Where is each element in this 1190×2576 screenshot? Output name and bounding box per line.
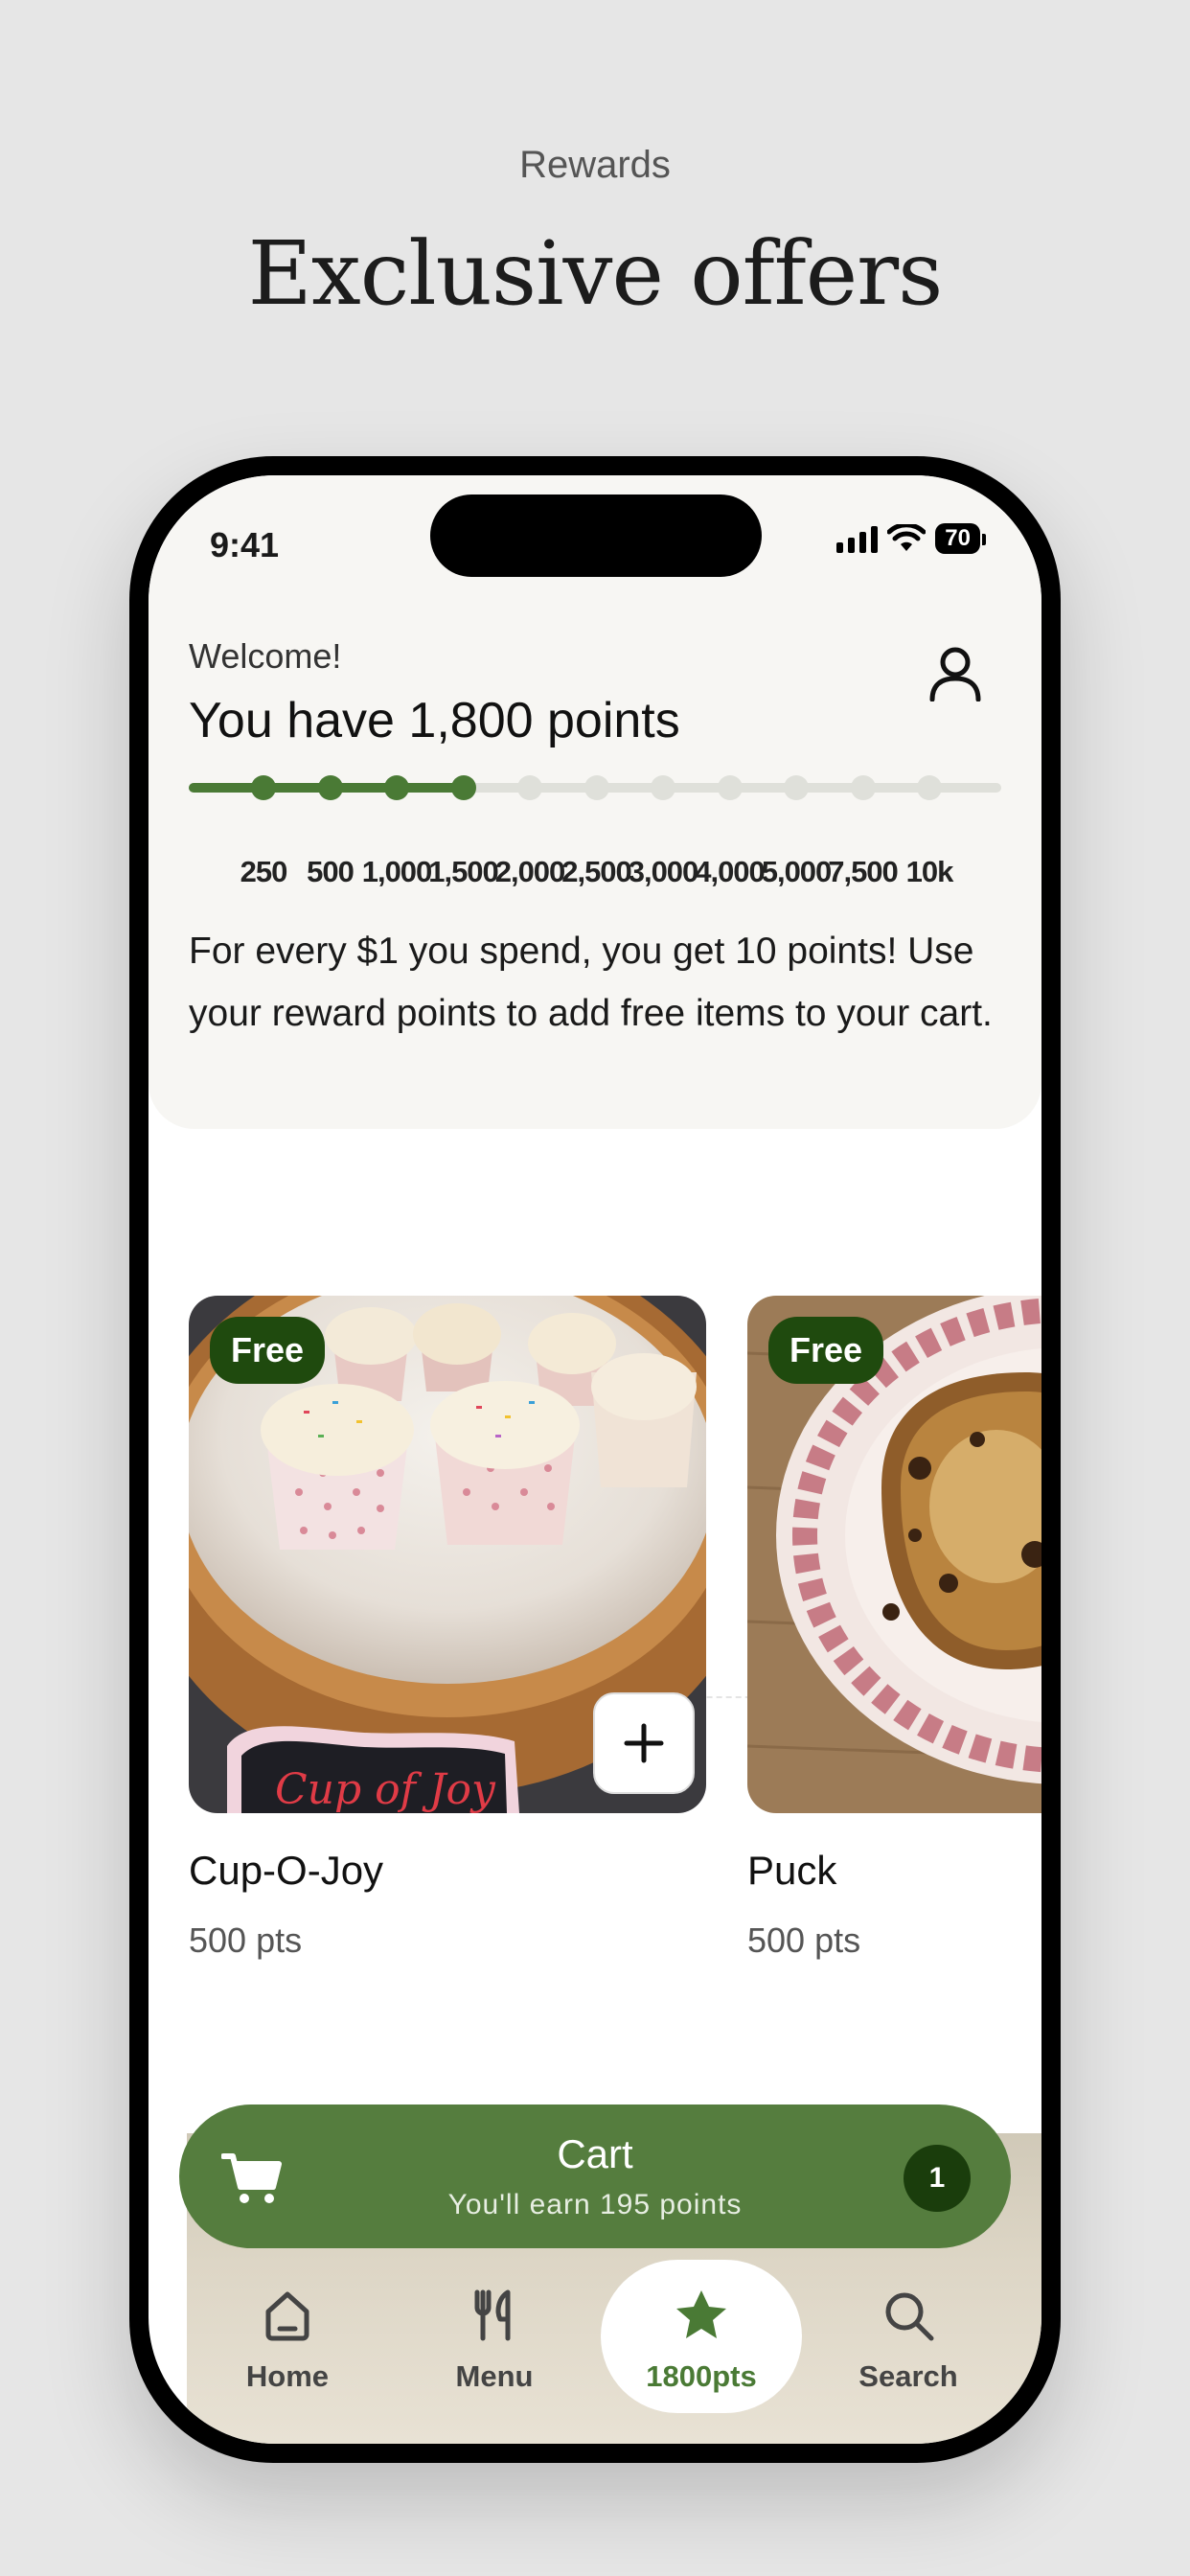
tab-menu[interactable]: Menu: [394, 2260, 595, 2413]
reward-card[interactable]: Free Puck 500 pts: [747, 1296, 1041, 1961]
free-badge: Free: [210, 1317, 326, 1384]
progress-milestone-dot: [450, 775, 476, 800]
tab-label: Home: [245, 2359, 330, 2393]
points-progress-track: [189, 775, 1001, 800]
progress-milestone-dot: [850, 775, 876, 800]
progress-milestone-label: 250: [240, 855, 288, 888]
svg-text:Cup of Joy: Cup of Joy: [275, 1765, 496, 1813]
add-to-cart-button[interactable]: [593, 1692, 695, 1794]
phone-frame: 9:41 70 Welcome! You have 1,800 points 2…: [129, 456, 1061, 2463]
cupcakes-photo: Cup of Joy Free: [189, 1296, 706, 1813]
reward-item-name: Puck: [747, 1848, 837, 1893]
utensils-icon: [474, 2289, 511, 2341]
free-badge: Free: [768, 1317, 884, 1384]
reward-item-points: 500 pts: [747, 1920, 861, 1960]
tab-rewards[interactable]: 1800pts: [601, 2260, 802, 2413]
progress-milestone-label: 10k: [905, 855, 954, 888]
star-icon: [676, 2290, 726, 2338]
progress-milestone-label: 3,000: [628, 855, 699, 888]
cart-count-badge: 1: [904, 2145, 971, 2212]
welcome-text: Welcome!: [189, 636, 342, 676]
tab-label: Search: [858, 2359, 958, 2393]
progress-milestone-dot: [384, 775, 409, 800]
points-balance-title: You have 1,800 points: [189, 693, 680, 748]
reward-card[interactable]: Cup of Joy Free Cup-O-Joy 500 pts: [189, 1296, 706, 1961]
home-icon: [265, 2291, 309, 2341]
dynamic-island: [430, 494, 762, 577]
progress-milestone-label: 500: [307, 855, 355, 888]
cart-title: Cart: [557, 2131, 633, 2176]
pastry-plate-photo: Free: [747, 1296, 1041, 1813]
progress-milestone-label: 4,000: [695, 855, 766, 888]
progress-milestone-dot: [251, 775, 276, 800]
progress-milestone-dot: [717, 775, 743, 800]
bottom-tab-bar: Home Menu 1800pts Search: [187, 2260, 1003, 2423]
status-icons: 70: [836, 523, 986, 554]
profile-icon[interactable]: [928, 646, 982, 702]
page-eyebrow: Rewards: [519, 144, 671, 186]
progress-milestone-label: 2,000: [494, 855, 566, 888]
reward-item-name: Cup-O-Joy: [189, 1848, 384, 1893]
progress-milestone-dot: [784, 775, 809, 800]
progress-milestone-label: 5,000: [761, 855, 833, 888]
rewards-header-card: 9:41 70 Welcome! You have 1,800 points 2…: [149, 475, 1041, 1129]
page-headline: Exclusive offers: [247, 222, 944, 325]
tab-search[interactable]: Search: [808, 2260, 1009, 2413]
progress-milestone-label: 1,000: [361, 855, 433, 888]
progress-milestone-dot: [917, 775, 942, 800]
rewards-info-text: For every $1 you spend, you get 10 point…: [189, 931, 993, 1034]
cart-points-earned: You'll earn 195 points: [447, 2189, 743, 2220]
progress-milestone-dot: [584, 775, 609, 800]
tab-home[interactable]: Home: [187, 2260, 388, 2413]
wifi-icon: [887, 524, 927, 551]
progress-milestone-dot: [651, 775, 675, 800]
tab-label: Menu: [455, 2359, 534, 2393]
plus-icon: [624, 1723, 664, 1763]
cart-button[interactable]: Cart You'll earn 195 points 1: [179, 2104, 1011, 2248]
progress-milestone-label: 7,500: [828, 855, 899, 888]
progress-milestone-label: 1,500: [428, 855, 499, 888]
progress-milestone-dot: [517, 775, 542, 800]
progress-milestone-dot: [317, 775, 343, 800]
status-time: 9:41: [210, 525, 280, 564]
progress-milestone-label: 2,500: [561, 855, 632, 888]
phone-screen: 9:41 70 Welcome! You have 1,800 points 2…: [149, 475, 1041, 2444]
tab-label: 1800pts: [646, 2359, 757, 2393]
search-icon: [885, 2292, 934, 2341]
progress-milestone-labels: 250 500 1,000 1,500 2,000 2,500 3,000 4,000 5,00…: [189, 855, 1001, 893]
battery-indicator: 70: [935, 523, 986, 554]
reward-item-points: 500 pts: [189, 1920, 303, 1960]
cellular-signal-icon: [836, 524, 879, 553]
